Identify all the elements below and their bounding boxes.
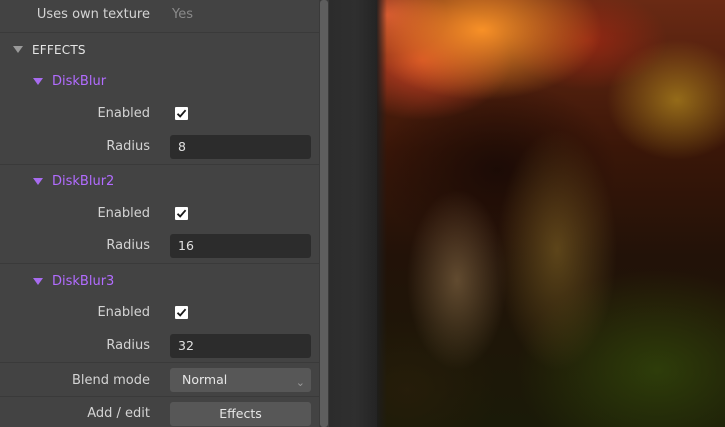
radius-label: Radius bbox=[106, 238, 150, 253]
checkmark-icon bbox=[176, 308, 187, 317]
panel-scrollbar[interactable] bbox=[319, 0, 329, 427]
effects-section-title: EFFECTS bbox=[32, 43, 86, 57]
effect-enabled-row: Enabled bbox=[0, 299, 319, 327]
enabled-label: Enabled bbox=[97, 305, 150, 320]
effect-header-diskblur3[interactable]: DiskBlur3 bbox=[0, 268, 319, 296]
chevron-down-icon: ⌄ bbox=[295, 376, 305, 389]
effects-button[interactable]: Effects bbox=[170, 402, 311, 426]
properties-panel: Uses own texture Yes EFFECTS DiskBlur En… bbox=[0, 0, 319, 427]
radius-label: Radius bbox=[106, 338, 150, 353]
uses-own-texture-value: Yes bbox=[172, 7, 193, 22]
add-edit-label: Add / edit bbox=[87, 406, 150, 421]
radius-label: Radius bbox=[106, 139, 150, 154]
triangle-down-icon[interactable] bbox=[33, 278, 43, 285]
scrollbar-thumb[interactable] bbox=[320, 0, 328, 427]
enabled-checkbox[interactable] bbox=[175, 306, 188, 319]
effect-radius-row: Radius 8 bbox=[0, 130, 319, 165]
triangle-down-icon[interactable] bbox=[13, 46, 23, 53]
effects-section-header[interactable]: EFFECTS bbox=[0, 36, 319, 64]
enabled-checkbox[interactable] bbox=[175, 107, 188, 120]
checkmark-icon bbox=[176, 209, 187, 218]
add-edit-row: Add / edit Effects bbox=[0, 397, 319, 427]
effect-title: DiskBlur2 bbox=[52, 174, 115, 189]
preview-edge-shadow bbox=[377, 0, 387, 427]
effect-header-diskblur[interactable]: DiskBlur bbox=[0, 68, 319, 96]
enabled-label: Enabled bbox=[97, 206, 150, 221]
triangle-down-icon[interactable] bbox=[33, 178, 43, 185]
effect-radius-row: Radius 32 bbox=[0, 328, 319, 363]
effect-title: DiskBlur3 bbox=[52, 274, 115, 289]
effect-title: DiskBlur bbox=[52, 74, 107, 89]
checkmark-icon bbox=[176, 109, 187, 118]
effect-header-diskblur2[interactable]: DiskBlur2 bbox=[0, 168, 319, 196]
radius-input[interactable]: 32 bbox=[170, 334, 311, 358]
blend-mode-select[interactable]: Normal ⌄ bbox=[170, 368, 311, 392]
blend-mode-value: Normal bbox=[182, 372, 228, 387]
radius-input[interactable]: 8 bbox=[170, 135, 311, 159]
uses-own-texture-row: Uses own texture Yes bbox=[0, 0, 319, 33]
viewport-gap bbox=[329, 0, 377, 427]
blend-mode-row: Blend mode Normal ⌄ bbox=[0, 364, 319, 397]
effect-radius-row: Radius 16 bbox=[0, 229, 319, 264]
blend-mode-label: Blend mode bbox=[71, 373, 150, 388]
triangle-down-icon[interactable] bbox=[33, 78, 43, 85]
blurred-preview-image bbox=[377, 0, 725, 427]
effect-enabled-row: Enabled bbox=[0, 100, 319, 128]
uses-own-texture-label: Uses own texture bbox=[36, 7, 150, 22]
enabled-checkbox[interactable] bbox=[175, 207, 188, 220]
enabled-label: Enabled bbox=[97, 106, 150, 121]
effect-enabled-row: Enabled bbox=[0, 200, 319, 228]
radius-input[interactable]: 16 bbox=[170, 234, 311, 258]
